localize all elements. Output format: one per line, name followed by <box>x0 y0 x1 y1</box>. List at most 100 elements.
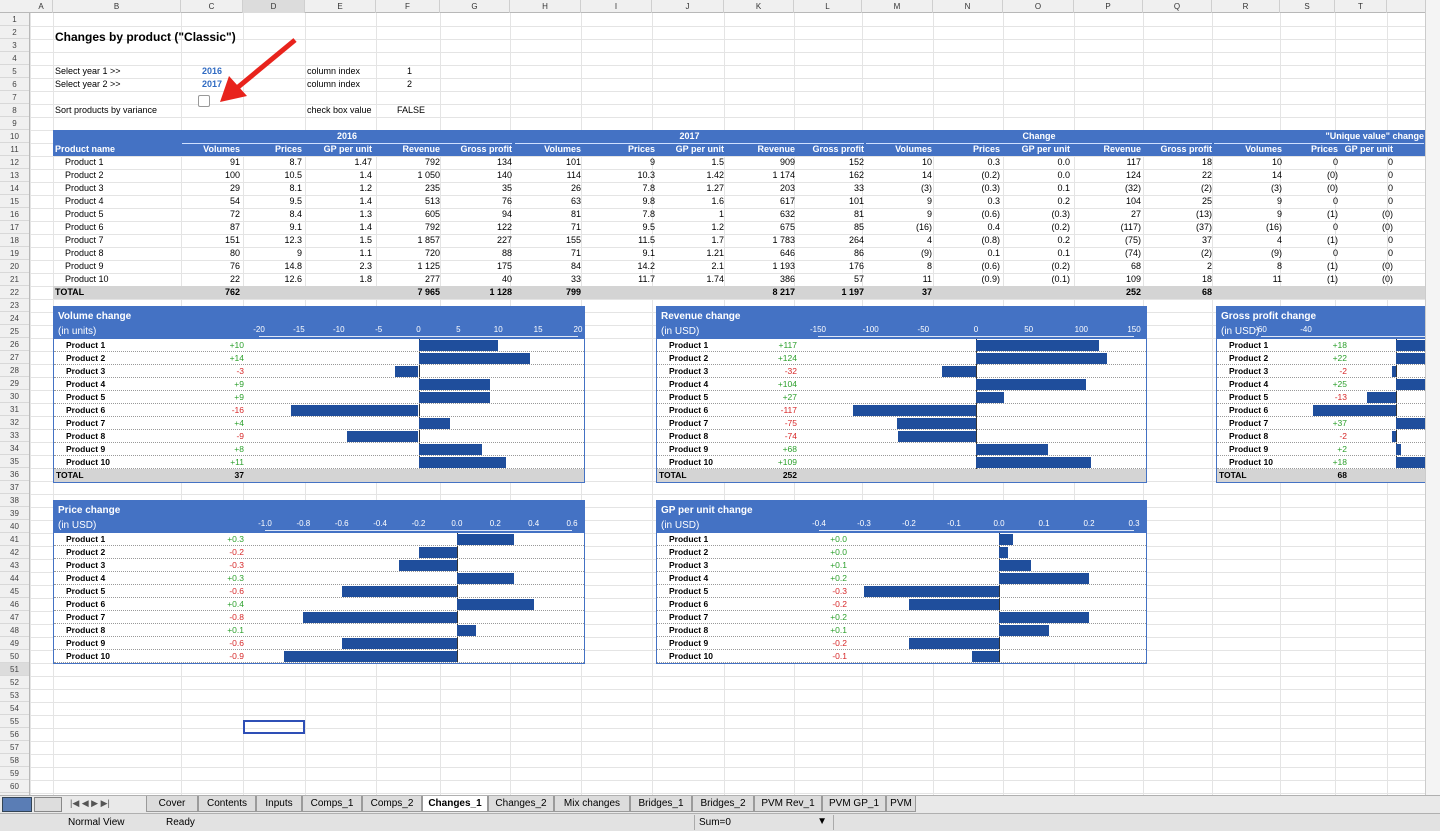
row-header-28[interactable]: 28 <box>0 364 29 377</box>
sheet-grid[interactable]: Changes by product ("Classic") Select yea… <box>30 13 1440 795</box>
row-header-58[interactable]: 58 <box>0 754 29 767</box>
column-header-Q[interactable]: Q <box>1143 0 1212 13</box>
row-header-40[interactable]: 40 <box>0 520 29 533</box>
column-header-G[interactable]: G <box>440 0 510 13</box>
row-header-44[interactable]: 44 <box>0 572 29 585</box>
row-header-36[interactable]: 36 <box>0 468 29 481</box>
row-header-32[interactable]: 32 <box>0 416 29 429</box>
row-header-54[interactable]: 54 <box>0 702 29 715</box>
row-header-50[interactable]: 50 <box>0 650 29 663</box>
row-header-6[interactable]: 6 <box>0 78 29 91</box>
column-header-N[interactable]: N <box>933 0 1003 13</box>
sheet-tab-changes-1[interactable]: Changes_1 <box>422 796 488 812</box>
sheet-tab-inputs[interactable]: Inputs <box>256 796 302 812</box>
column-header-L[interactable]: L <box>794 0 862 13</box>
row-header-57[interactable]: 57 <box>0 741 29 754</box>
sheet-tab-comps-2[interactable]: Comps_2 <box>362 796 422 812</box>
row-header-35[interactable]: 35 <box>0 455 29 468</box>
chart-gp[interactable]: Gross profit change (in USD) -60 -40 Product… <box>1216 306 1440 483</box>
row-header-7[interactable]: 7 <box>0 91 29 104</box>
row-header-47[interactable]: 47 <box>0 611 29 624</box>
row-header-22[interactable]: 22 <box>0 286 29 299</box>
sort-checkbox[interactable] <box>198 95 210 107</box>
sheet-tab-comps-1[interactable]: Comps_1 <box>302 796 362 812</box>
column-header-R[interactable]: R <box>1212 0 1280 13</box>
row-header-20[interactable]: 20 <box>0 260 29 273</box>
row-header-8[interactable]: 8 <box>0 104 29 117</box>
row-header-17[interactable]: 17 <box>0 221 29 234</box>
row-header-53[interactable]: 53 <box>0 689 29 702</box>
row-header-45[interactable]: 45 <box>0 585 29 598</box>
sheet-tab-pvm[interactable]: PVM <box>886 796 916 812</box>
chart-gpunit[interactable]: GP per unit change (in USD) -0.4 -0.3 -0.2 -0… <box>656 500 1147 664</box>
row-header-2[interactable]: 2 <box>0 26 29 39</box>
row-header-56[interactable]: 56 <box>0 728 29 741</box>
column-header-C[interactable]: C <box>181 0 243 13</box>
column-header-A[interactable]: A <box>30 0 53 13</box>
column-header-O[interactable]: O <box>1003 0 1074 13</box>
row-header-49[interactable]: 49 <box>0 637 29 650</box>
sheet-tab-pvm-rev-1[interactable]: PVM Rev_1 <box>754 796 822 812</box>
row-header-24[interactable]: 24 <box>0 312 29 325</box>
row-header-33[interactable]: 33 <box>0 429 29 442</box>
row-header-29[interactable]: 29 <box>0 377 29 390</box>
row-header-19[interactable]: 19 <box>0 247 29 260</box>
row-header-5[interactable]: 5 <box>0 65 29 78</box>
row-header-18[interactable]: 18 <box>0 234 29 247</box>
tab-scroll-arrows-icon[interactable]: |◀ ◀ ▶ ▶| <box>70 798 110 809</box>
sheet-tab-contents[interactable]: Contents <box>198 796 256 812</box>
sheet-tab-mix-changes[interactable]: Mix changes <box>554 796 630 812</box>
chart-volume[interactable]: Volume change (in units) -20 -15 -10 -5 0 5 10 15… <box>53 306 585 483</box>
row-header-1[interactable]: 1 <box>0 13 29 26</box>
row-header-23[interactable]: 23 <box>0 299 29 312</box>
page-layout-icon[interactable] <box>34 797 62 812</box>
row-header-59[interactable]: 59 <box>0 767 29 780</box>
selected-cell[interactable] <box>243 720 305 734</box>
chart-price[interactable]: Price change (in USD) -1.0 -0.8 -0.6 -0.4 -0.2… <box>53 500 585 664</box>
row-header-39[interactable]: 39 <box>0 507 29 520</box>
row-header-14[interactable]: 14 <box>0 182 29 195</box>
row-header-60[interactable]: 60 <box>0 780 29 793</box>
column-header-H[interactable]: H <box>510 0 581 13</box>
column-header-I[interactable]: I <box>581 0 652 13</box>
row-header-46[interactable]: 46 <box>0 598 29 611</box>
row-header-51[interactable]: 51 <box>0 663 29 676</box>
row-header-31[interactable]: 31 <box>0 403 29 416</box>
column-header-E[interactable]: E <box>305 0 376 13</box>
column-header-F[interactable]: F <box>376 0 440 13</box>
row-header-11[interactable]: 11 <box>0 143 29 156</box>
column-header-M[interactable]: M <box>862 0 933 13</box>
row-header-34[interactable]: 34 <box>0 442 29 455</box>
row-header-9[interactable]: 9 <box>0 117 29 130</box>
row-header-27[interactable]: 27 <box>0 351 29 364</box>
row-header-12[interactable]: 12 <box>0 156 29 169</box>
row-header-10[interactable]: 10 <box>0 130 29 143</box>
column-header-P[interactable]: P <box>1074 0 1143 13</box>
sheet-tab-bridges-2[interactable]: Bridges_2 <box>692 796 754 812</box>
row-header-13[interactable]: 13 <box>0 169 29 182</box>
row-header-37[interactable]: 37 <box>0 481 29 494</box>
row-header-3[interactable]: 3 <box>0 39 29 52</box>
row-header-52[interactable]: 52 <box>0 676 29 689</box>
vertical-scrollbar[interactable] <box>1425 0 1440 795</box>
column-header-K[interactable]: K <box>724 0 794 13</box>
row-header-38[interactable]: 38 <box>0 494 29 507</box>
column-header-D[interactable]: D <box>243 0 305 13</box>
chart-revenue[interactable]: Revenue change (in USD) -150 -100 -50 0 50 100 1… <box>656 306 1147 483</box>
row-header-41[interactable]: 41 <box>0 533 29 546</box>
sheet-tab-changes-2[interactable]: Changes_2 <box>488 796 554 812</box>
column-header-J[interactable]: J <box>652 0 724 13</box>
row-header-48[interactable]: 48 <box>0 624 29 637</box>
sheet-tab-bridges-1[interactable]: Bridges_1 <box>630 796 692 812</box>
row-header-55[interactable]: 55 <box>0 715 29 728</box>
row-header-42[interactable]: 42 <box>0 546 29 559</box>
row-header-4[interactable]: 4 <box>0 52 29 65</box>
row-header-25[interactable]: 25 <box>0 325 29 338</box>
column-header-B[interactable]: B <box>53 0 181 13</box>
row-header-43[interactable]: 43 <box>0 559 29 572</box>
row-header-bar[interactable]: 1 2 3 4 5 6 7 8 9 10 11 12 13 14 15 16 17 18 19 20 21 22 23 24 2… <box>0 13 30 795</box>
row-header-26[interactable]: 26 <box>0 338 29 351</box>
row-header-21[interactable]: 21 <box>0 273 29 286</box>
column-header-T[interactable]: T <box>1335 0 1387 13</box>
column-header-bar[interactable]: ABCDEFGHIJKLMNOPQRST <box>0 0 1425 13</box>
